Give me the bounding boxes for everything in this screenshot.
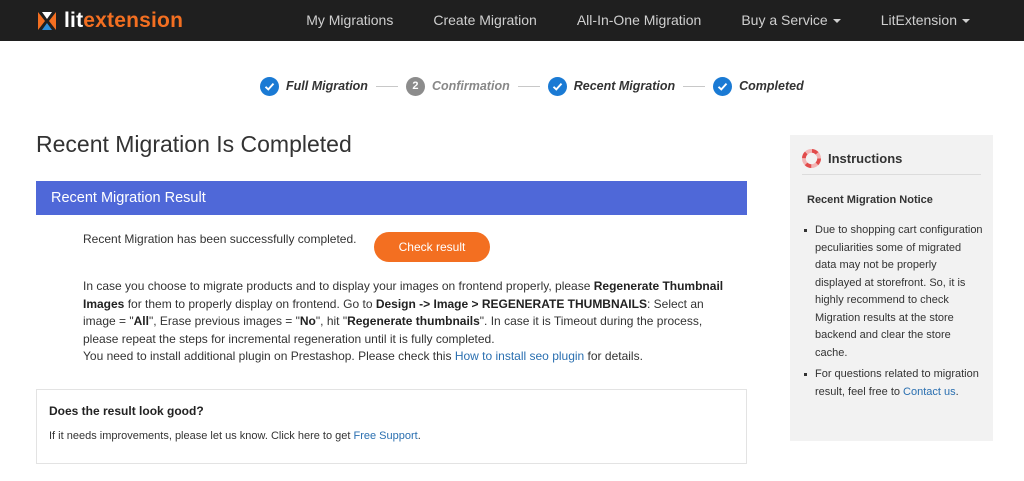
top-navbar: litextension My Migrations Create Migrat…	[0, 0, 1024, 41]
contact-us-link[interactable]: Contact us	[903, 386, 956, 398]
feedback-title: Does the result look good?	[49, 404, 204, 418]
step-full-migration: Full Migration	[260, 76, 368, 96]
step-connector	[683, 85, 706, 87]
nav-create-migration[interactable]: Create Migration	[413, 0, 557, 41]
logo-mark-icon	[38, 12, 56, 30]
logo-text: litextension	[64, 9, 184, 32]
nav-litextension[interactable]: LitExtension	[861, 0, 1024, 41]
nav-menu: My Migrations Create Migration All-In-On…	[286, 0, 1024, 41]
check-icon	[547, 76, 567, 96]
feedback-box: Does the result look good? If it needs i…	[36, 389, 747, 464]
step-recent-migration: Recent Migration	[547, 76, 675, 96]
check-icon	[713, 76, 733, 96]
plugin-note: You need to install additional plugin on…	[83, 349, 643, 363]
sidebar-divider	[802, 174, 981, 175]
nav-my-migrations[interactable]: My Migrations	[286, 0, 413, 41]
thumbnail-note: In case you choose to migrate products a…	[83, 279, 724, 346]
step-connector	[375, 85, 398, 87]
list-item: For questions related to migration resul…	[804, 366, 985, 401]
check-icon	[260, 76, 279, 96]
step-confirmation: 2 Confirmation	[405, 76, 510, 96]
caret-down-icon	[832, 19, 841, 24]
sidebar-notice-list: Due to shopping cart configuration pecul…	[804, 222, 985, 405]
free-support-link[interactable]: Free Support	[353, 430, 417, 442]
litextension-logo[interactable]: litextension	[36, 8, 183, 34]
migration-stepper: Full Migration 2 Confirmation Recent Mig…	[260, 76, 804, 96]
instructions-header: Instructions	[802, 149, 902, 168]
list-item: Due to shopping cart configuration pecul…	[804, 222, 985, 362]
caret-down-icon	[962, 19, 970, 24]
success-message: Recent Migration has been successfully c…	[83, 232, 357, 246]
lifebuoy-icon	[802, 149, 821, 168]
step-completed: Completed	[713, 76, 804, 96]
seo-plugin-link[interactable]: How to install seo plugin	[455, 349, 584, 363]
migration-notes: In case you choose to migrate products a…	[83, 278, 733, 366]
instructions-sidebar: Instructions Recent Migration Notice Due…	[790, 135, 993, 441]
result-panel-header: Recent Migration Result	[36, 181, 747, 215]
nav-buy-a-service[interactable]: Buy a Service	[721, 0, 860, 41]
success-message-row: Recent Migration has been successfully c…	[83, 232, 356, 246]
feedback-text: If it needs improvements, please let us …	[49, 430, 421, 442]
nav-all-in-one-migration[interactable]: All-In-One Migration	[557, 0, 722, 41]
page-title: Recent Migration Is Completed	[36, 131, 352, 157]
check-result-button[interactable]: Check result	[374, 232, 490, 262]
step-number-badge: 2	[405, 76, 425, 96]
step-connector	[517, 85, 540, 87]
sidebar-subtitle: Recent Migration Notice	[807, 194, 933, 206]
